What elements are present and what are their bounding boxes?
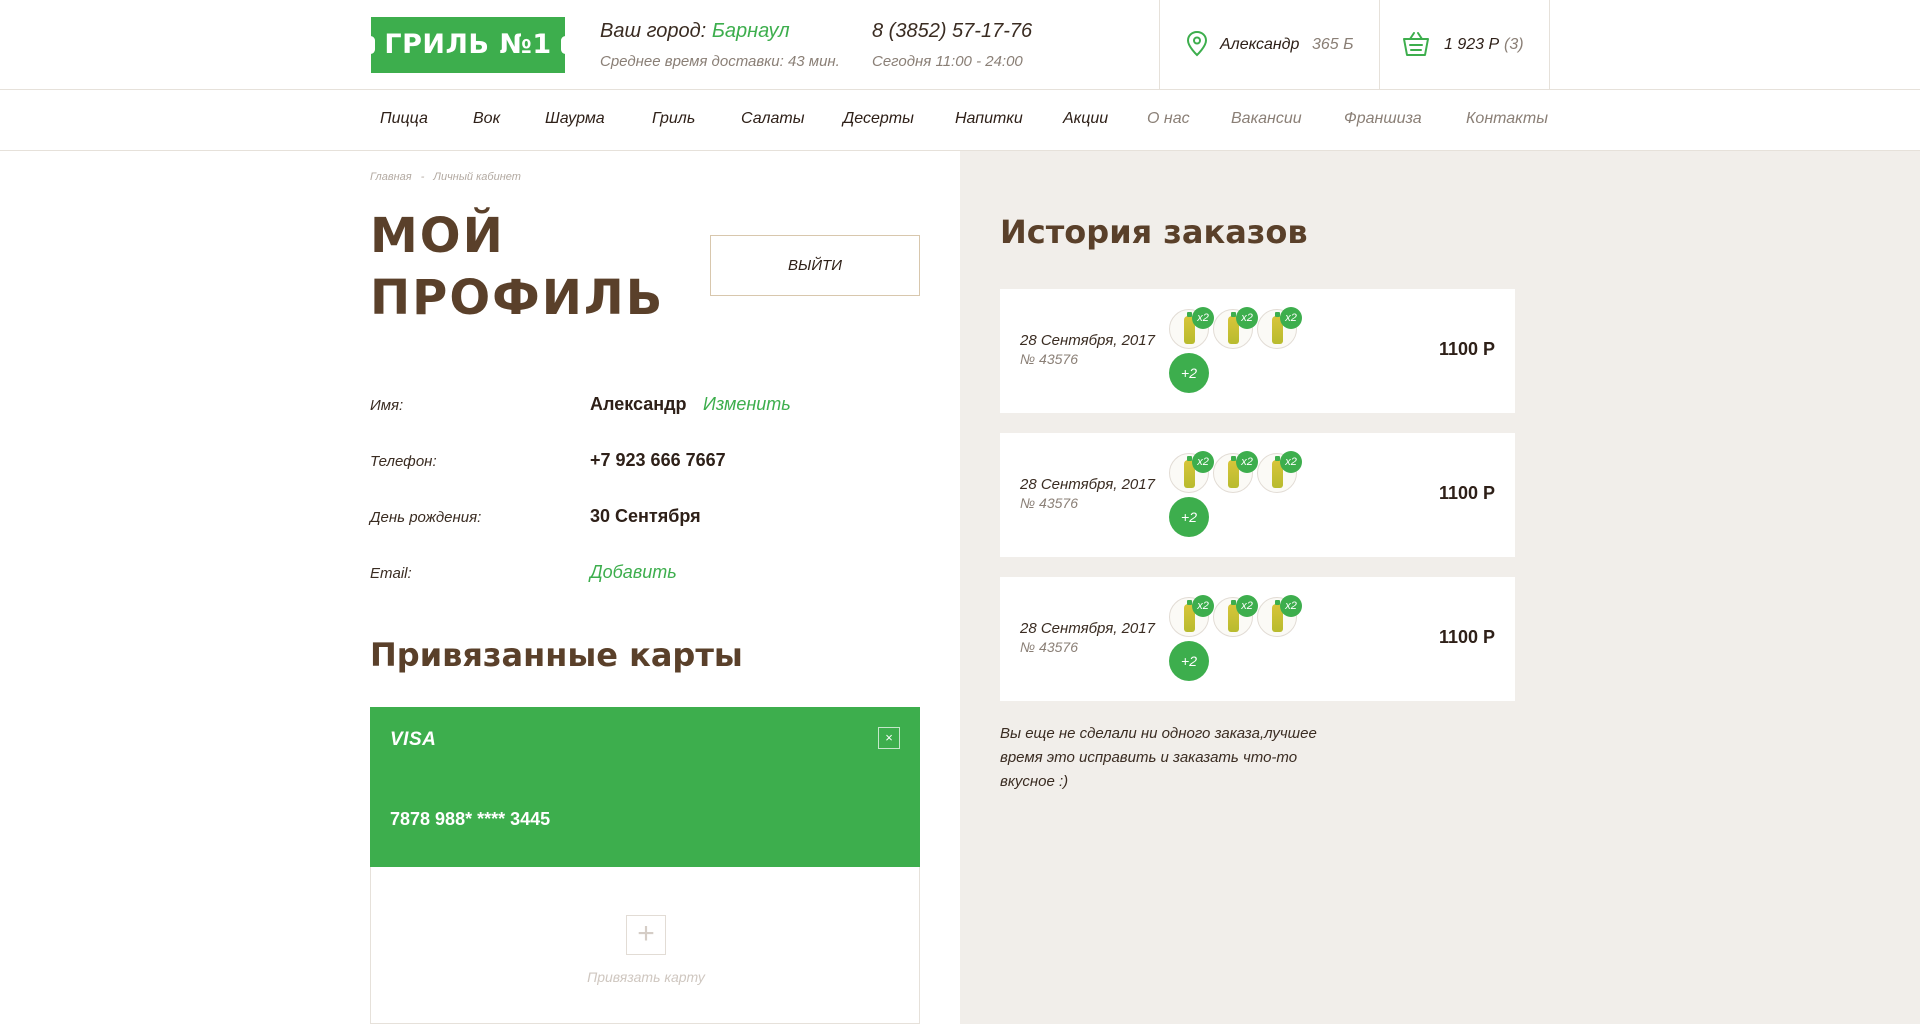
order-date: 28 Сентября, 2017 [1020, 476, 1155, 493]
product-qty: x2 [1236, 307, 1258, 329]
breadcrumb-current: Личный кабинет [433, 171, 521, 183]
card-number: 7878 988* **** 3445 [390, 809, 551, 829]
logo[interactable]: ГРИЛЬ №1 [366, 17, 570, 73]
plus-icon[interactable]: + [626, 915, 666, 955]
order-price: 1100 Р [1438, 627, 1495, 647]
nav-item-salads[interactable]: Салаты [741, 110, 804, 128]
phone-label: Телефон: [370, 453, 437, 470]
birthday-value: 30 Сентября [590, 506, 701, 526]
order-number: № 43576 [1020, 351, 1078, 367]
more-products-badge[interactable]: +2 [1169, 641, 1209, 681]
location-pin-icon [1185, 30, 1209, 63]
product-thumb: x2 [1213, 595, 1258, 637]
nav-item-promos[interactable]: Акции [1063, 110, 1108, 128]
nav-item-pizza[interactable]: Пицца [380, 110, 428, 128]
product-qty: x2 [1280, 595, 1302, 617]
bank-card: VISA × 7878 988* **** 3445 [370, 707, 920, 867]
add-card-area[interactable]: + Привязать карту [370, 867, 920, 1024]
nav-item-desserts[interactable]: Десерты [843, 110, 914, 128]
page-title-line2: ПРОФИЛЬ [370, 270, 665, 326]
birthday-label: День рождения: [370, 509, 482, 526]
page-title-line1: МОЙ [370, 208, 505, 264]
product-qty: x2 [1280, 451, 1302, 473]
product-thumb: x2 [1257, 307, 1302, 349]
cart-button[interactable]: 1 923 Р (3) [1379, 0, 1550, 90]
user-name: Александр [1220, 36, 1300, 53]
product-qty: x2 [1236, 451, 1258, 473]
orders-title: История заказов [1000, 213, 1308, 251]
phone-number[interactable]: 8 (3852) 57-17-76 [872, 20, 1032, 43]
main-nav: Пицца Вок Шаурма Гриль Салаты Десерты На… [0, 90, 1920, 151]
more-products-badge[interactable]: +2 [1169, 353, 1209, 393]
order-card[interactable]: 28 Сентября, 2017 № 43576 x2 x2 x2 +2 11… [1000, 289, 1515, 413]
product-qty: x2 [1236, 595, 1258, 617]
order-card[interactable]: 28 Сентября, 2017 № 43576 x2 x2 x2 +2 11… [1000, 433, 1515, 557]
product-thumb: x2 [1169, 451, 1214, 493]
product-thumb: x2 [1213, 307, 1258, 349]
order-price: 1100 Р [1438, 339, 1495, 359]
nav-item-franchise[interactable]: Франшиза [1344, 110, 1422, 128]
empty-orders-message: Вы еще не сделали ни одного заказа,лучше… [1000, 725, 1317, 790]
more-products-badge[interactable]: +2 [1169, 497, 1209, 537]
nav-item-about[interactable]: О нас [1147, 110, 1190, 128]
visa-icon: VISA [390, 729, 437, 750]
cart-total: 1 923 Р [1444, 36, 1500, 53]
add-email-link[interactable]: Добавить [590, 562, 677, 583]
cart-count: (3) [1504, 36, 1524, 53]
email-label: Email: [370, 565, 412, 582]
product-qty: x2 [1192, 307, 1214, 329]
remove-card-button[interactable]: × [878, 727, 900, 749]
add-card-label[interactable]: Привязать карту [371, 969, 921, 985]
product-qty: x2 [1192, 451, 1214, 473]
nav-item-shawarma[interactable]: Шаурма [545, 110, 605, 128]
edit-name-link[interactable]: Изменить [703, 394, 791, 415]
nav-item-wok[interactable]: Вок [473, 110, 500, 128]
working-hours: Сегодня 11:00 - 24:00 [872, 53, 1023, 70]
product-thumb: x2 [1169, 307, 1214, 349]
basket-icon [1402, 31, 1430, 62]
nav-item-contacts[interactable]: Контакты [1466, 110, 1548, 128]
city-name[interactable]: Барнаул [712, 20, 790, 42]
product-thumb: x2 [1213, 451, 1258, 493]
name-label: Имя: [370, 397, 404, 414]
city-label: Ваш город: [600, 20, 707, 42]
cards-title: Привязанные карты [370, 636, 743, 674]
breadcrumb-home[interactable]: Главная [370, 171, 412, 183]
delivery-time: Среднее время доставки: 43 мин. [600, 53, 840, 70]
product-qty: x2 [1280, 307, 1302, 329]
user-account-button[interactable]: Александр 365 Б [1159, 0, 1379, 90]
breadcrumb: Главная - Личный кабинет [370, 171, 521, 183]
logout-button[interactable]: ВЫЙТИ [710, 235, 920, 296]
user-points: 365 Б [1312, 36, 1354, 53]
product-thumb: x2 [1169, 595, 1214, 637]
product-qty: x2 [1192, 595, 1214, 617]
breadcrumb-separator: - [420, 171, 425, 183]
nav-item-grill[interactable]: Гриль [652, 110, 695, 128]
product-thumb: x2 [1257, 595, 1302, 637]
order-date: 28 Сентября, 2017 [1020, 620, 1155, 637]
order-number: № 43576 [1020, 495, 1078, 511]
city-selector[interactable]: Ваш город: Барнаул [600, 20, 790, 43]
name-value: Александр [590, 394, 687, 414]
order-card[interactable]: 28 Сентября, 2017 № 43576 x2 x2 x2 +2 11… [1000, 577, 1515, 701]
nav-item-vacancies[interactable]: Вакансии [1231, 110, 1302, 128]
phone-value: +7 923 666 7667 [590, 450, 726, 470]
order-price: 1100 Р [1438, 483, 1495, 503]
page-title: МОЙ ПРОФИЛЬ [370, 205, 670, 329]
site-header: ГРИЛЬ №1 Ваш город: Барнаул Среднее врем… [0, 0, 1920, 90]
order-date: 28 Сентября, 2017 [1020, 332, 1155, 349]
order-number: № 43576 [1020, 639, 1078, 655]
nav-item-drinks[interactable]: Напитки [955, 110, 1023, 128]
product-thumb: x2 [1257, 451, 1302, 493]
